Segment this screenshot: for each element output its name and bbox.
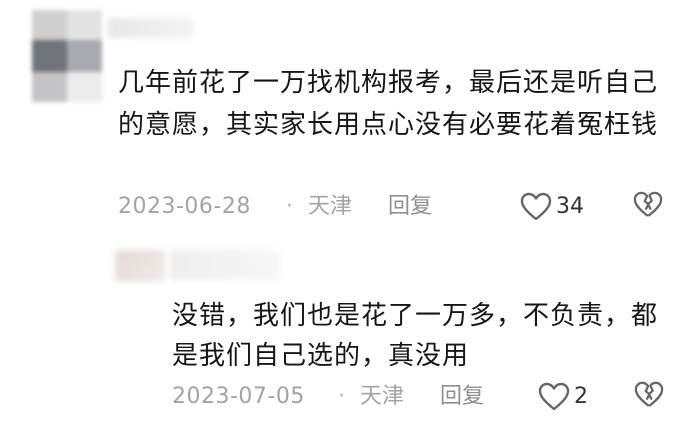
reply-text: 没错，我们也是花了一万多，不负责，都是我们自己选的，真没用	[172, 301, 659, 371]
comment-text: 几年前花了一万找机构报考，最后还是听自己的意愿，其实家长用点心没有必要花着冤枉钱	[118, 68, 659, 140]
reply-date: 2023-07-05	[172, 384, 305, 409]
reply-button[interactable]: 回复	[440, 380, 484, 414]
reply-meta: 2023-07-05 · 天津 回复 2	[172, 380, 678, 414]
like-button[interactable]: 34	[520, 190, 584, 224]
meta-separator: ·	[338, 384, 345, 409]
heart-outline-icon	[538, 382, 570, 412]
username-redacted[interactable]	[108, 18, 194, 38]
comment-meta: 2023-06-28 · 天津 回复 34	[118, 190, 678, 224]
reply-button[interactable]: 回复	[388, 190, 432, 224]
heart-outline-icon	[520, 192, 552, 222]
avatar[interactable]	[32, 10, 102, 102]
like-count: 34	[556, 194, 584, 219]
broken-heart-icon[interactable]	[633, 190, 663, 220]
username-redacted[interactable]	[170, 250, 280, 280]
like-button[interactable]: 2	[538, 380, 588, 414]
broken-heart-icon[interactable]	[634, 380, 664, 410]
reply-location: 天津	[360, 384, 405, 409]
comment-location: 天津	[308, 194, 353, 219]
like-count: 2	[574, 384, 588, 409]
comment-date: 2023-06-28	[118, 194, 251, 219]
meta-separator: ·	[286, 194, 293, 219]
avatar[interactable]	[115, 250, 165, 282]
